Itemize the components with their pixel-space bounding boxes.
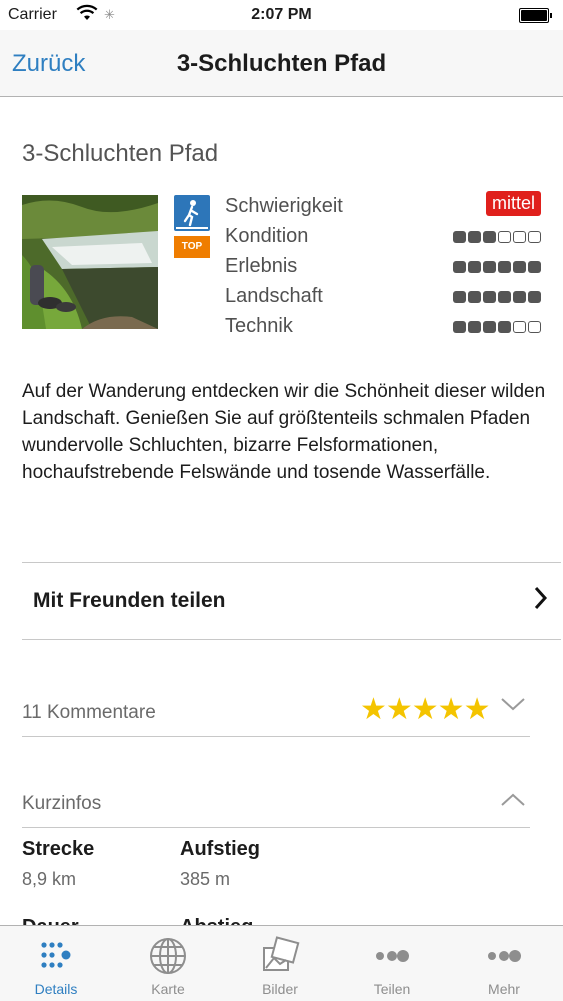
kurzinfos-label: Kurzinfos — [22, 793, 102, 814]
rating-label: Erlebnis — [225, 255, 298, 277]
rating-dot-filled — [483, 231, 496, 243]
rating-dot-filled — [468, 231, 481, 243]
chevron-up-icon[interactable] — [500, 792, 526, 813]
tab-label: Teilen — [373, 981, 411, 997]
comments-row[interactable]: 11 Kommentare ★★★★★ — [22, 688, 530, 737]
route-title: 3-Schluchten Pfad — [22, 140, 219, 167]
rating-dot-filled — [453, 321, 466, 333]
route-thumbnail[interactable] — [22, 195, 158, 329]
route-description: Auf der Wanderung entdecken wir die Schö… — [22, 381, 546, 483]
rating-dots — [453, 231, 541, 243]
rating-dot-filled — [528, 291, 541, 303]
difficulty-tag: mittel — [485, 191, 541, 216]
tab-details[interactable]: Details — [0, 926, 112, 1001]
rating-row-landschaft: Landschaft — [225, 285, 545, 311]
top-badge: TOP — [174, 236, 210, 258]
rating-dot-filled — [528, 261, 541, 273]
tab-mehr[interactable]: Mehr — [448, 926, 560, 1001]
rating-label: Landschaft — [225, 285, 323, 307]
chevron-down-icon[interactable] — [500, 696, 526, 717]
photos-icon — [260, 936, 300, 976]
rating-dot-filled — [468, 291, 481, 303]
hiking-icon — [174, 195, 210, 231]
chevron-right-icon — [533, 585, 549, 617]
battery-icon — [519, 8, 552, 23]
rating-dot-empty — [513, 321, 526, 333]
star-rating: ★★★★★ — [360, 693, 490, 726]
rating-row-erlebnis: Erlebnis — [225, 255, 545, 281]
rating-dot-filled — [498, 261, 511, 273]
page-title: 3-Schluchten Pfad — [176, 50, 387, 77]
status-time: 2:07 PM — [251, 6, 312, 23]
rating-dot-filled — [453, 261, 466, 273]
rating-dot-filled — [498, 321, 511, 333]
rating-label: Technik — [225, 315, 293, 337]
rating-dot-filled — [513, 291, 526, 303]
dots-grid-icon — [36, 936, 76, 976]
rating-dots — [453, 321, 541, 333]
rating-dot-filled — [498, 291, 511, 303]
rating-row-schwierigkeit: Schwierigkeit mittel — [225, 191, 545, 221]
info-value-aufstieg: 385 m — [180, 869, 231, 889]
rating-dots — [453, 291, 541, 303]
tab-label: Mehr — [488, 981, 520, 997]
globe-icon — [148, 936, 188, 976]
tab-label: Bilder — [262, 981, 298, 997]
info-key-strecke: Strecke — [22, 838, 95, 860]
rating-dot-filled — [483, 261, 496, 273]
rating-dot-filled — [483, 321, 496, 333]
tab-teilen[interactable]: Teilen — [336, 926, 448, 1001]
rating-dot-filled — [453, 231, 466, 243]
share-with-friends-button[interactable]: Mit Freunden teilen — [22, 562, 561, 640]
rating-dot-filled — [468, 321, 481, 333]
rating-dot-empty — [528, 321, 541, 333]
tab-karte[interactable]: Karte — [112, 926, 224, 1001]
more-dots-icon — [484, 936, 524, 976]
rating-dot-empty — [528, 231, 541, 243]
rating-row-kondition: Kondition — [225, 225, 545, 251]
rating-dot-filled — [453, 291, 466, 303]
rating-row-technik: Technik — [225, 315, 545, 341]
rating-dot-filled — [483, 291, 496, 303]
status-bar: Carrier ✳ 2:07 PM — [0, 0, 563, 30]
rating-dot-empty — [498, 231, 511, 243]
comments-count: 11 Kommentare — [22, 702, 156, 723]
tab-bilder[interactable]: Bilder — [224, 926, 336, 1001]
rating-dot-filled — [468, 261, 481, 273]
info-value-strecke: 8,9 km — [22, 869, 77, 889]
rating-dots — [453, 261, 541, 273]
tab-bar: Details Karte Bilder Teilen Mehr — [0, 925, 563, 1001]
rating-dot-empty — [513, 231, 526, 243]
navigation-bar: Zurück 3-Schluchten Pfad — [0, 30, 563, 97]
tab-label: Details — [34, 981, 78, 997]
share-dots-icon — [372, 936, 412, 976]
kurzinfos-header[interactable]: Kurzinfos — [22, 780, 530, 828]
info-key-aufstieg: Aufstieg — [180, 838, 260, 860]
rating-dot-filled — [513, 261, 526, 273]
rating-label: Kondition — [225, 225, 309, 247]
tab-label: Karte — [151, 981, 185, 997]
share-label: Mit Freunden teilen — [33, 589, 226, 612]
rating-label: Schwierigkeit — [225, 195, 343, 217]
